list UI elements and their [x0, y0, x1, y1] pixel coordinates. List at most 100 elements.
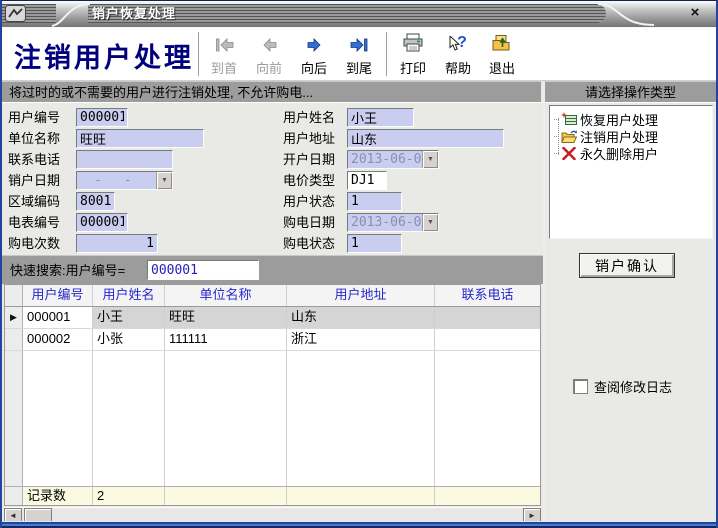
first-arrow-icon	[215, 33, 234, 52]
table-header-row: 用户编号 用户姓名 单位名称 用户地址 联系电话	[5, 285, 540, 307]
close-button[interactable]: ×	[686, 3, 704, 23]
user-id-field[interactable]	[76, 108, 128, 127]
confirm-cancel-button[interactable]: 销户确认	[579, 253, 675, 278]
purchase-count-field[interactable]	[76, 234, 158, 253]
table-cell[interactable]	[435, 307, 540, 328]
tree-item-label: 永久删除用户	[580, 144, 658, 163]
nav-next-label: 向后	[301, 58, 327, 77]
empty-cell	[287, 351, 435, 486]
open-date-combo[interactable]: 2013-06-02 ▼	[347, 150, 439, 169]
table-cell[interactable]: 小王	[93, 307, 165, 328]
phone-field[interactable]	[76, 150, 173, 169]
user-table[interactable]: 用户编号 用户姓名 单位名称 用户地址 联系电话 ▶ 000001 小王 旺旺 …	[4, 284, 541, 506]
user-status-field[interactable]	[347, 192, 402, 211]
purchase-status-field[interactable]	[347, 234, 402, 253]
chevron-down-icon[interactable]: ▼	[156, 172, 172, 189]
nav-prev-label: 向前	[256, 58, 282, 77]
search-input[interactable]	[147, 260, 259, 280]
empty-cell	[23, 351, 93, 486]
tree-item-deregister-user[interactable]: 注销用户处理	[550, 128, 712, 145]
last-arrow-icon	[350, 33, 369, 52]
main-panel: 用户编号 单位名称 联系电话 销户日期 - - ▼ 区域编码 电表编号 购电次数…	[2, 102, 543, 521]
table-gutter	[5, 285, 23, 306]
purchase-count-label: 购电次数	[8, 234, 60, 253]
purchase-status-label: 购电状态	[283, 234, 335, 253]
column-header[interactable]: 用户地址	[287, 285, 435, 306]
user-name-field[interactable]	[347, 108, 414, 127]
user-address-label: 用户地址	[283, 129, 335, 148]
table-row[interactable]: 000002 小张 111111 浙江	[5, 329, 540, 351]
table-cell[interactable]: 000002	[23, 329, 93, 350]
close-date-combo[interactable]: - - ▼	[76, 171, 173, 190]
print-label: 打印	[400, 58, 426, 77]
question-glyph: ?	[457, 34, 467, 52]
nav-first-button: 到首	[203, 33, 245, 77]
area-code-field[interactable]	[76, 192, 115, 211]
table-gutter	[5, 329, 23, 350]
table-cell[interactable]	[435, 329, 540, 350]
empty-cell	[435, 351, 540, 486]
table-empty-area	[5, 351, 540, 486]
delete-user-icon	[560, 147, 578, 160]
table-footer-row: 记录数 2	[5, 486, 540, 505]
table-cell[interactable]: 旺旺	[165, 307, 287, 328]
tree-connector	[554, 136, 559, 137]
table-cell[interactable]: 山东	[287, 307, 435, 328]
table-row[interactable]: ▶ 000001 小王 旺旺 山东	[5, 307, 540, 329]
record-count-label: 记录数	[23, 487, 93, 505]
table-cell[interactable]: 浙江	[287, 329, 435, 350]
column-header[interactable]: 用户姓名	[93, 285, 165, 306]
area-code-label: 区域编码	[8, 192, 60, 211]
titlebar[interactable]: 销户恢复处理 ×	[2, 1, 716, 27]
operation-tree: 恢复用户处理 注销用户处理	[549, 105, 713, 239]
row-marker-icon: ▶	[5, 307, 23, 328]
table-gutter	[5, 487, 23, 505]
toolbar-divider	[386, 32, 388, 76]
column-header[interactable]: 用户编号	[23, 285, 93, 306]
window-bottom-border	[2, 521, 716, 528]
page-title: 注销用户处理	[14, 36, 194, 75]
tree-item-delete-user[interactable]: 永久删除用户	[550, 145, 712, 162]
print-button[interactable]: 打印	[392, 33, 434, 77]
quick-search-bar: 快速搜索:用户编号=	[2, 255, 543, 284]
purchase-date-combo[interactable]: 2013-06-02 ▼	[347, 213, 439, 232]
nav-next-button[interactable]: 向后	[293, 33, 335, 77]
nav-last-label: 到尾	[346, 58, 372, 77]
view-log-checkbox[interactable]: 查阅修改日志	[573, 377, 672, 396]
next-arrow-icon	[305, 33, 324, 52]
chevron-down-icon[interactable]: ▼	[422, 214, 438, 231]
unit-name-field[interactable]	[76, 129, 204, 148]
footer-cell	[165, 487, 287, 505]
user-address-field[interactable]	[347, 129, 504, 148]
app-window: 销户恢复处理 × 注销用户处理 到首 向前	[0, 0, 718, 528]
checkbox-icon[interactable]	[573, 379, 588, 394]
table-cell[interactable]: 111111	[165, 329, 287, 350]
meter-no-field[interactable]	[76, 213, 128, 232]
tree-item-restore-user[interactable]: 恢复用户处理	[550, 111, 712, 128]
meter-no-label: 电表编号	[8, 213, 60, 232]
exit-label: 退出	[489, 58, 515, 77]
user-name-label: 用户姓名	[283, 108, 335, 127]
table-cell[interactable]: 000001	[23, 307, 93, 328]
chevron-down-icon[interactable]: ▼	[422, 151, 438, 168]
exit-folder-icon	[492, 33, 513, 52]
nav-last-button[interactable]: 到尾	[338, 33, 380, 77]
open-date-value: 2013-06-02	[348, 151, 422, 168]
empty-cell	[93, 351, 165, 486]
open-date-label: 开户日期	[283, 150, 335, 169]
operation-panel: 恢复用户处理 注销用户处理	[543, 102, 716, 521]
footer-cell	[435, 487, 540, 505]
window-title: 销户恢复处理	[92, 1, 176, 26]
column-header[interactable]: 联系电话	[435, 285, 540, 306]
close-date-label: 销户日期	[8, 171, 60, 190]
price-type-field[interactable]	[347, 171, 387, 190]
column-header[interactable]: 单位名称	[165, 285, 287, 306]
help-button[interactable]: ? 帮助	[437, 33, 479, 77]
exit-button[interactable]: 退出	[481, 33, 523, 77]
purchase-date-label: 购电日期	[283, 213, 335, 232]
unit-name-label: 单位名称	[8, 129, 60, 148]
price-type-label: 电价类型	[283, 171, 335, 190]
table-cell[interactable]: 小张	[93, 329, 165, 350]
table-gutter	[5, 351, 23, 486]
quick-search-label: 快速搜索:用户编号=	[10, 261, 125, 280]
